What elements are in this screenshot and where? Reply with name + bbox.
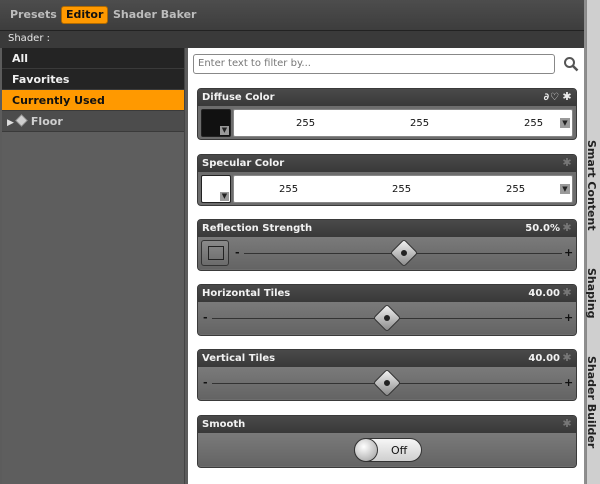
reflection-strength-property: Reflection Strength 50.0% ✱ - + (197, 219, 577, 271)
property-pane: Enter text to filter by... Diffuse Color… (188, 48, 586, 484)
smooth-toggle[interactable]: Off (354, 438, 422, 462)
shader-label-bar: Shader : (0, 30, 586, 48)
smooth-label: Smooth (202, 419, 246, 430)
side-tab-smart-content[interactable]: Smart Content (585, 140, 598, 231)
gear-icon[interactable]: ✱ (561, 91, 573, 103)
horizontal-tiles-label: Horizontal Tiles (202, 288, 291, 299)
toggle-knob[interactable] (354, 438, 378, 462)
slider-minus[interactable]: - (203, 376, 208, 389)
diffuse-color-label: Diffuse Color (202, 92, 275, 103)
vertical-tiles-value[interactable]: 40.00 (528, 350, 560, 367)
reflection-strength-value[interactable]: 50.0% (525, 220, 560, 237)
category-all[interactable]: All (2, 48, 184, 69)
smooth-toggle-state: Off (391, 444, 408, 457)
dropdown-arrow-icon[interactable]: ▼ (220, 192, 229, 201)
specular-color-swatch[interactable]: ▼ (201, 175, 231, 203)
image-map-button[interactable] (201, 240, 229, 266)
slider-plus[interactable]: + (564, 311, 573, 324)
filter-input[interactable]: Enter text to filter by... (193, 54, 555, 74)
specular-color-property: Specular Color ✱ ▼ 255 255 255 ▼ (197, 154, 577, 206)
category-favorites[interactable]: Favorites (2, 69, 184, 90)
specular-b-value[interactable]: 255 (506, 184, 525, 195)
slider-plus[interactable]: + (564, 246, 573, 259)
cube-icon (15, 114, 28, 127)
slider-minus[interactable]: - (235, 246, 240, 259)
vertical-tiles-slider-thumb[interactable] (372, 368, 402, 398)
dropdown-arrow-icon[interactable]: ▼ (220, 126, 229, 135)
slider-plus[interactable]: + (564, 376, 573, 389)
horizontal-tiles-property: Horizontal Tiles 40.00 ✱ - + (197, 284, 577, 336)
side-tab-shader-builder[interactable]: Shader Builder (585, 356, 598, 448)
category-floor-label: Floor (30, 115, 63, 128)
tab-editor[interactable]: Editor (61, 6, 109, 24)
specular-r-value[interactable]: 255 (279, 184, 298, 195)
reflection-slider-thumb[interactable] (389, 238, 419, 268)
reflection-strength-label: Reflection Strength (202, 223, 313, 234)
diffuse-color-property: Diffuse Color ∂♡ ✱ ▼ 255 255 255 ▼ (197, 88, 577, 140)
diffuse-rgb-field[interactable]: 255 255 255 ▼ (233, 109, 573, 137)
pane-tab-bar: Presets Editor Shader Baker (0, 0, 586, 30)
specular-g-value[interactable]: 255 (392, 184, 411, 195)
category-floor[interactable]: ▶ Floor (2, 111, 184, 132)
side-tab-strip: Smart Content Shaping Shader Builder (585, 0, 600, 484)
gear-icon[interactable]: ✱ (561, 222, 573, 234)
diffuse-b-value[interactable]: 255 (524, 118, 543, 129)
vertical-tiles-label: Vertical Tiles (202, 353, 276, 364)
heart-icon[interactable]: ♡ (550, 92, 560, 103)
expand-arrow-icon[interactable]: ▶ (7, 118, 14, 128)
horizontal-tiles-slider-thumb[interactable] (372, 303, 402, 333)
category-list: All Favorites Currently Used ▶ Floor (2, 48, 185, 484)
gear-icon[interactable]: ✱ (561, 352, 573, 364)
shader-label: Shader : (8, 33, 50, 44)
specular-color-label: Specular Color (202, 158, 285, 169)
gear-icon[interactable]: ✱ (561, 287, 573, 299)
dropdown-arrow-icon[interactable]: ▼ (560, 184, 570, 194)
slider-minus[interactable]: - (203, 311, 208, 324)
search-icon[interactable] (563, 56, 579, 72)
side-tab-shaping[interactable]: Shaping (585, 268, 598, 319)
vertical-tiles-property: Vertical Tiles 40.00 ✱ - + (197, 349, 577, 401)
tab-presets[interactable]: Presets (10, 6, 57, 24)
gear-icon[interactable]: ✱ (561, 157, 573, 169)
category-currently-used[interactable]: Currently Used (2, 90, 184, 111)
diffuse-color-swatch[interactable]: ▼ (201, 109, 231, 137)
smooth-property: Smooth ✱ Off (197, 415, 577, 468)
specular-rgb-field[interactable]: 255 255 255 ▼ (233, 175, 573, 203)
diffuse-g-value[interactable]: 255 (410, 118, 429, 129)
diffuse-r-value[interactable]: 255 (296, 118, 315, 129)
gear-icon[interactable]: ✱ (561, 418, 573, 430)
dropdown-arrow-icon[interactable]: ▼ (560, 118, 570, 128)
tab-shader-baker[interactable]: Shader Baker (113, 6, 196, 24)
horizontal-tiles-value[interactable]: 40.00 (528, 285, 560, 302)
